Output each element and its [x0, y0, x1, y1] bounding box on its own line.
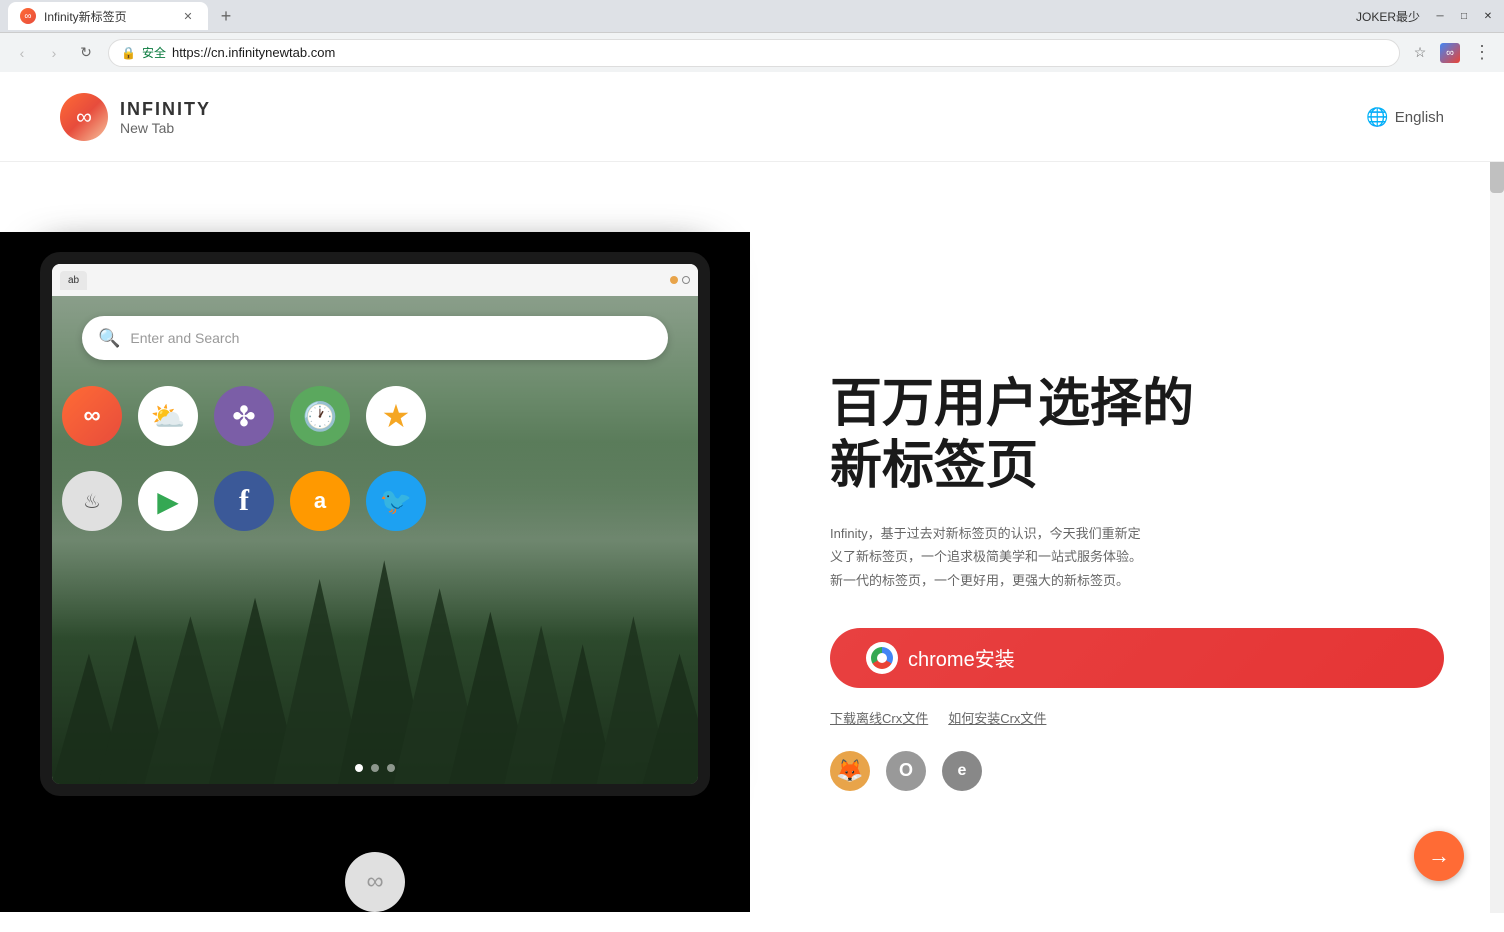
- tablet-frame: ab: [40, 252, 710, 796]
- tablet-tab: ab: [60, 271, 87, 290]
- tablet-search-bar[interactable]: 🔍 Enter and Search: [82, 316, 668, 360]
- logo-icon: ∞: [60, 93, 108, 141]
- hero-title: 百万用户选择的 新标签页: [830, 373, 1444, 498]
- browser-icons: 🦊 O e: [830, 751, 1444, 791]
- scrollbar[interactable]: [1490, 73, 1504, 913]
- tablet-search-icon: 🔍: [98, 328, 120, 349]
- page-dot-2[interactable]: [371, 764, 379, 772]
- logo-text: INFINITY New Tab: [120, 99, 211, 136]
- address-bar: ‹ › ↻ 🔒 安全 https://cn.infinitynewtab.com…: [0, 32, 1504, 72]
- maximize-button[interactable]: □: [1456, 8, 1472, 24]
- install-label: chrome安装: [908, 643, 1015, 672]
- hero-title-line2: 新标签页: [830, 437, 1038, 495]
- window-controls: ─ □ ✕: [1432, 8, 1496, 24]
- scroll-icon: →: [1428, 843, 1450, 869]
- bottom-logo: ∞: [345, 852, 405, 912]
- app-icon-clock[interactable]: 🕐: [290, 386, 350, 446]
- hero-title-line1: 百万用户选择的: [830, 375, 1194, 433]
- tablet-scene: 🔍 Enter and Search ∞ ⛅: [52, 296, 698, 784]
- secure-icon: 🔒: [121, 46, 136, 60]
- site-header: ∞ INFINITY New Tab 🌐 English: [0, 73, 1504, 162]
- title-bar-left: ∞ Infinity新标签页 ✕ +: [8, 2, 240, 30]
- hero-description: Infinity，基于过去对新标签页的认识，今天我们重新定义了新标签页，一个追求…: [830, 522, 1150, 592]
- app-icon-play[interactable]: ▶: [138, 471, 198, 531]
- right-panel: 百万用户选择的 新标签页 Infinity，基于过去对新标签页的认识，今天我们重…: [750, 232, 1504, 912]
- app-icon-steam[interactable]: ♨: [62, 471, 122, 531]
- main-content: ab: [0, 232, 1504, 912]
- globe-icon: 🌐: [1366, 107, 1388, 128]
- app-icon-star[interactable]: ★: [366, 386, 426, 446]
- scroll-button[interactable]: →: [1414, 831, 1464, 881]
- app-icon-amazon[interactable]: a: [290, 471, 350, 531]
- username-label: JOKER最少: [1356, 8, 1420, 25]
- app-icon-infinity[interactable]: ∞: [62, 386, 122, 446]
- url-actions: ☆ ∞: [1408, 41, 1460, 65]
- refresh-button[interactable]: ↻: [72, 39, 100, 67]
- url-bar[interactable]: 🔒 安全 https://cn.infinitynewtab.com: [108, 39, 1400, 67]
- chrome-menu-button[interactable]: ⋮: [1468, 39, 1496, 67]
- dot-orange: [670, 276, 678, 284]
- tablet-screen: ab: [52, 264, 698, 784]
- left-panel: ab: [0, 232, 750, 912]
- device-mockup: ab: [0, 252, 750, 932]
- new-tab-button[interactable]: +: [212, 2, 240, 30]
- forward-button[interactable]: ›: [40, 39, 68, 67]
- nav-buttons: ‹ › ↻: [8, 39, 100, 67]
- minimize-button[interactable]: ─: [1432, 8, 1448, 24]
- chrome-extension-icon[interactable]: ∞: [1440, 43, 1460, 63]
- dot-menu: [682, 276, 690, 284]
- tab-title: Infinity新标签页: [44, 8, 127, 25]
- back-button[interactable]: ‹: [8, 39, 36, 67]
- language-selector[interactable]: 🌐 English: [1366, 107, 1444, 128]
- crx-links: 下载离线Crx文件 如何安装Crx文件: [830, 708, 1444, 727]
- app-icon-facebook[interactable]: f: [214, 471, 274, 531]
- title-bar-right: JOKER最少 ─ □ ✕: [1356, 8, 1496, 25]
- crx-download-link[interactable]: 下载离线Crx文件: [830, 708, 928, 727]
- app-icon-clover[interactable]: ✤: [214, 386, 274, 446]
- page-dot-3[interactable]: [387, 764, 395, 772]
- opera-icon[interactable]: O: [886, 751, 926, 791]
- page-dot-1[interactable]: [355, 764, 363, 772]
- logo-symbol: ∞: [76, 104, 92, 130]
- pagination-dots: [355, 764, 395, 772]
- bookmark-button[interactable]: ☆: [1408, 41, 1432, 65]
- firefox-icon[interactable]: 🦊: [830, 751, 870, 791]
- install-button[interactable]: chrome安装: [830, 628, 1444, 688]
- tab-favicon: ∞: [20, 8, 36, 24]
- brand-sub: New Tab: [120, 120, 211, 136]
- app-icon-weather[interactable]: ⛅: [138, 386, 198, 446]
- secure-label: 安全: [142, 44, 166, 61]
- logo-area: ∞ INFINITY New Tab: [60, 93, 211, 141]
- crx-install-link[interactable]: 如何安装Crx文件: [948, 708, 1046, 727]
- app-icons-row2: ♨ ▶ f a 🐦: [62, 471, 426, 531]
- app-icons-row1: ∞ ⛅ ✤ 🕐 ★: [62, 386, 426, 446]
- edge-icon[interactable]: e: [942, 751, 982, 791]
- brand-name: INFINITY: [120, 99, 211, 120]
- chrome-icon: [866, 642, 898, 674]
- close-button[interactable]: ✕: [1480, 8, 1496, 24]
- tablet-top-bar: ab: [52, 264, 698, 296]
- active-tab[interactable]: ∞ Infinity新标签页 ✕: [8, 2, 208, 30]
- app-icon-twitter[interactable]: 🐦: [366, 471, 426, 531]
- tablet-dots: [670, 276, 690, 284]
- language-label: English: [1395, 109, 1444, 126]
- chrome-circle: [871, 647, 893, 669]
- tab-close-button[interactable]: ✕: [180, 8, 196, 24]
- title-bar: ∞ Infinity新标签页 ✕ + JOKER最少 ─ □ ✕: [0, 0, 1504, 32]
- tablet-search-placeholder: Enter and Search: [130, 330, 239, 346]
- url-text: https://cn.infinitynewtab.com: [172, 45, 1387, 60]
